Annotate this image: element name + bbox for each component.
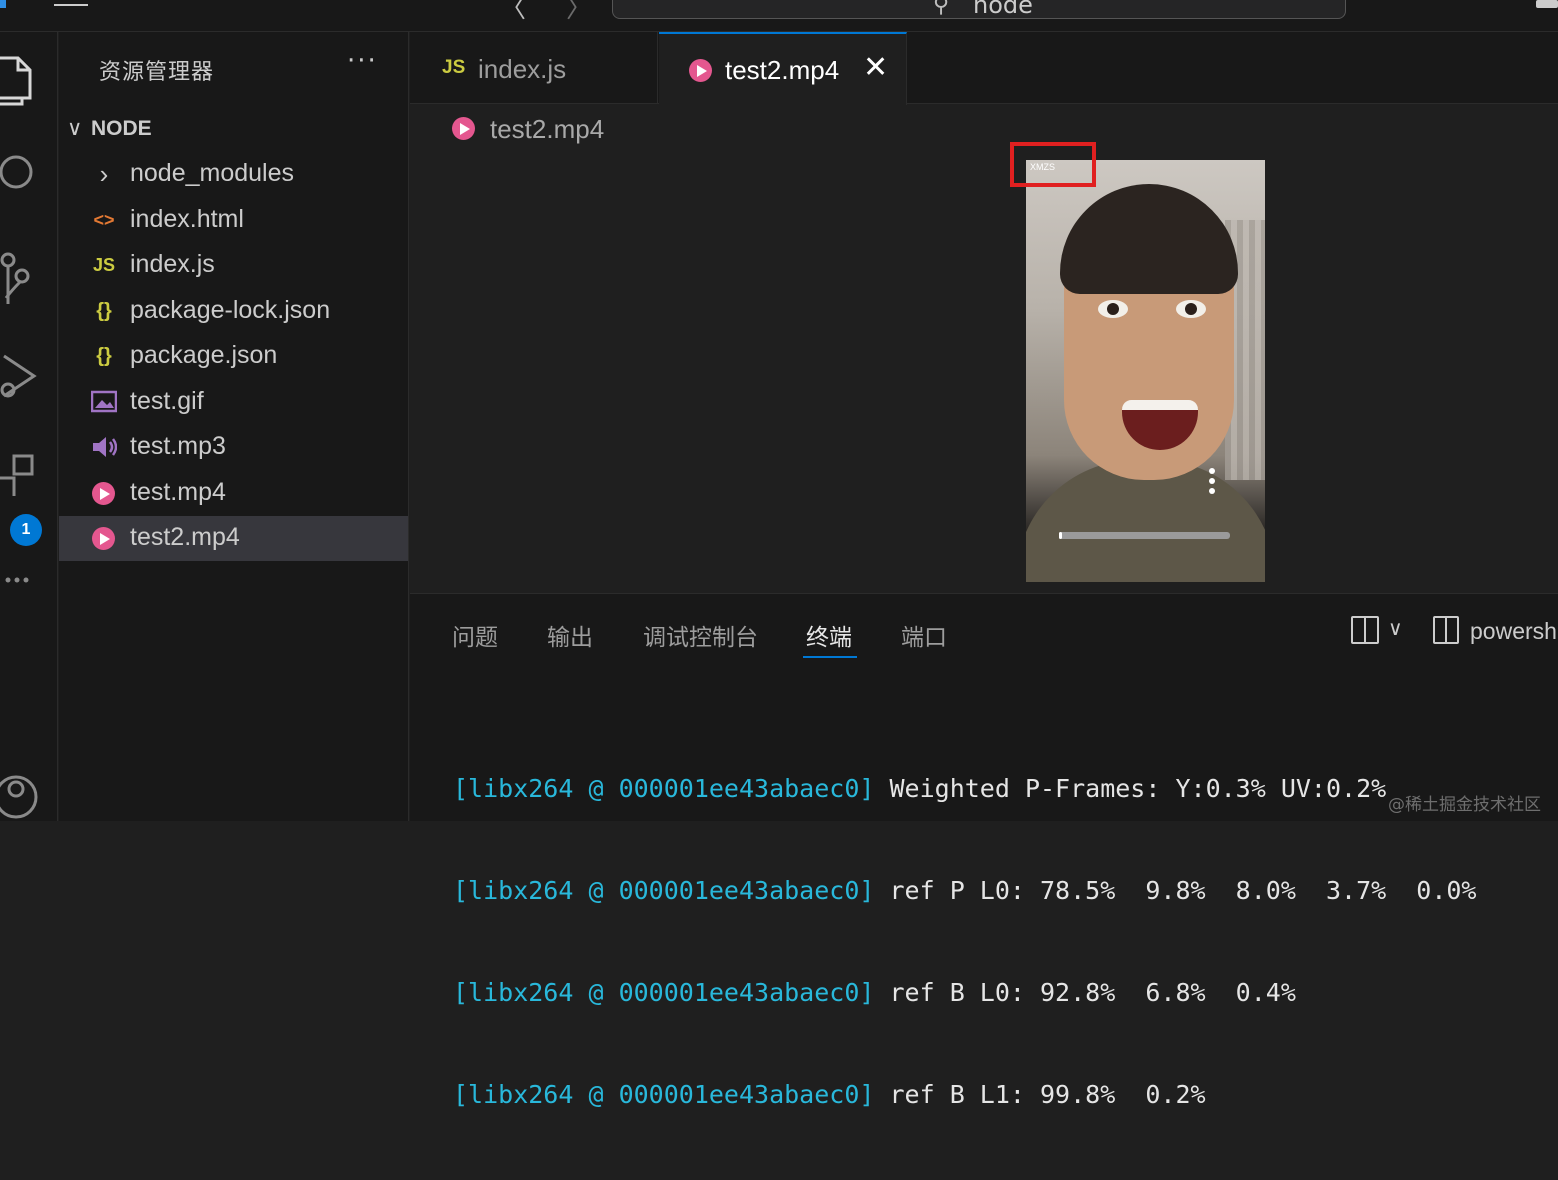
search-icon: ⚲ [933, 0, 950, 18]
terminal-name[interactable]: powersh [1470, 618, 1557, 645]
active-tab-indicator [803, 656, 857, 658]
tree-item-index-js[interactable]: JS index.js [59, 243, 408, 288]
log-message: ref B L1: 99.8% 0.2% [874, 1080, 1206, 1109]
search-icon[interactable] [0, 152, 40, 196]
back-button[interactable]: 〈 [500, 0, 526, 25]
js-file-icon: JS [442, 57, 466, 78]
chevron-right-icon: › [99, 159, 109, 189]
terminal-line: [libx264 @ 000001ee43abaec0] ref P L0: 7… [453, 874, 1477, 908]
log-tag: [libx264 @ 000001ee43abaec0] [453, 774, 875, 803]
video-eye-right [1176, 300, 1206, 318]
explorer-icon[interactable] [0, 54, 40, 110]
terminal-line: [libx264 @ 000001ee43abaec0] Weighted P-… [453, 772, 1477, 806]
tree-item-test-gif[interactable]: test.gif [59, 380, 408, 425]
tree-item-label: node_modules [130, 159, 295, 187]
tab-output[interactable]: 输出 [547, 618, 593, 652]
more-icon[interactable] [0, 570, 40, 590]
tree-item-label: package.json [130, 341, 278, 369]
explorer-sidebar: 资源管理器 ··· ∨ NODE › node_modules <> index.… [59, 32, 409, 821]
tree-item-label: test.gif [130, 387, 204, 415]
tree-item-package-lock-json[interactable]: {} package-lock.json [59, 289, 408, 334]
title-bar: 〈 〉 ⚲ node [0, 0, 1558, 32]
log-message: Weighted P-Frames: Y:0.3% UV:0.2% [874, 774, 1387, 803]
tree-item-package-json[interactable]: {} package.json [59, 334, 408, 379]
tree-item-label: index.html [130, 205, 244, 233]
chevron-down-icon[interactable]: ∨ [1388, 616, 1403, 640]
html-file-icon: <> [93, 210, 115, 230]
video-progress-fill [1059, 532, 1063, 539]
tree-item-test-mp3[interactable]: test.mp3 [59, 425, 408, 470]
tab-terminal[interactable]: 终端 [806, 618, 852, 652]
tab-test2-mp4[interactable]: test2.mp4 ✕ [659, 32, 907, 105]
sidebar-title: 资源管理器 [99, 60, 215, 85]
video-progress-bar[interactable] [1059, 532, 1230, 539]
tree-item-test2-mp4[interactable]: test2.mp4 [59, 516, 408, 561]
source-control-icon[interactable] [0, 250, 40, 310]
more-actions-icon[interactable]: ··· [347, 46, 378, 76]
breadcrumb-file: test2.mp4 [490, 114, 605, 144]
log-message: ref P L0: 78.5% 9.8% 8.0% 3.7% 0.0% [874, 876, 1477, 905]
folder-section-header[interactable]: ∨ NODE [67, 116, 152, 141]
tree-item-label: test.mp4 [130, 478, 226, 506]
tab-label: index.js [478, 54, 567, 84]
tab-ports[interactable]: 端口 [901, 618, 947, 652]
split-terminal-icon[interactable] [1351, 616, 1379, 644]
tree-item-label: test.mp3 [130, 432, 226, 460]
play-icon [92, 482, 115, 505]
folder-name: NODE [91, 117, 152, 140]
log-message: ref B L0: 92.8% 6.8% 0.4% [874, 978, 1296, 1007]
page-watermark: @稀土掘金技术社区 [1388, 795, 1541, 815]
tree-item-label: index.js [130, 250, 215, 278]
watermark-highlight-box [1010, 142, 1096, 187]
command-center-search[interactable]: ⚲ node [612, 0, 1346, 19]
vscode-logo-icon [0, 0, 6, 8]
speaker-icon [93, 437, 117, 457]
tree-item-index-html[interactable]: <> index.html [59, 198, 408, 243]
extensions-badge: 1 [10, 514, 42, 546]
terminal-output[interactable]: [libx264 @ 000001ee43abaec0] Weighted P-… [453, 704, 1477, 1180]
tab-index-js[interactable]: JS index.js [410, 32, 658, 104]
log-tag: [libx264 @ 000001ee43abaec0] [453, 876, 875, 905]
terminal-instance-icon[interactable] [1433, 616, 1459, 644]
video-options-icon[interactable] [1209, 468, 1217, 498]
activity-bar: 1 [0, 32, 58, 821]
chevron-down-icon: ∨ [67, 117, 83, 140]
tab-label: test2.mp4 [725, 55, 840, 85]
json-file-icon: {} [96, 300, 112, 322]
play-icon [92, 527, 115, 550]
menu-icon[interactable] [54, 0, 88, 6]
terminal-line: [libx264 @ 000001ee43abaec0] ref B L0: 9… [453, 976, 1477, 1010]
editor-tabs: JS index.js test2.mp4 ✕ [410, 32, 1558, 105]
bottom-panel: 问题 输出 调试控制台 终端 端口 ∨ powersh [libx264 @ 0… [410, 593, 1558, 1109]
js-file-icon: JS [92, 255, 116, 275]
extensions-icon[interactable] [0, 452, 40, 508]
terminal-line: [libx264 @ 000001ee43abaec0] ref B L1: 9… [453, 1078, 1477, 1112]
log-tag: [libx264 @ 000001ee43abaec0] [453, 1080, 875, 1109]
tree-item-label: test2.mp4 [130, 523, 240, 551]
tree-item-node-modules[interactable]: › node_modules [59, 152, 408, 197]
tree-item-test-mp4[interactable]: test.mp4 [59, 471, 408, 516]
layout-icon[interactable] [1536, 0, 1558, 8]
run-debug-icon[interactable] [0, 350, 40, 406]
close-icon[interactable]: ✕ [863, 50, 888, 85]
forward-button[interactable]: 〉 [566, 0, 592, 25]
tab-problems[interactable]: 问题 [452, 618, 498, 652]
tab-debug-console[interactable]: 调试控制台 [643, 618, 758, 652]
image-icon [91, 390, 117, 413]
json-file-icon: {} [96, 345, 112, 367]
account-icon[interactable] [0, 767, 40, 823]
play-icon [452, 117, 475, 140]
video-eye-left [1098, 300, 1128, 318]
command-center-text: node [973, 0, 1033, 19]
play-icon [689, 59, 712, 82]
video-player[interactable]: XMZS [1026, 160, 1265, 582]
log-tag: [libx264 @ 000001ee43abaec0] [453, 978, 875, 1007]
tree-item-label: package-lock.json [130, 296, 331, 324]
